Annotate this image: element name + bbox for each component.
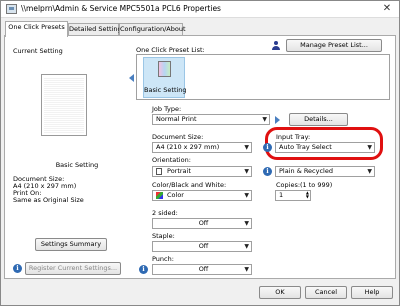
punch-value: Off bbox=[198, 265, 209, 273]
two-sided-select[interactable]: Off ▼ bbox=[152, 218, 252, 229]
tab-one-click-presets[interactable]: One Click Presets bbox=[5, 21, 68, 37]
chevron-down-icon: ▼ bbox=[244, 220, 249, 227]
chevron-down-icon: ▼ bbox=[244, 243, 249, 250]
chevron-down-icon: ▼ bbox=[244, 192, 249, 199]
dialog-buttons: OK Cancel Help bbox=[1, 281, 399, 305]
help-button[interactable]: Help bbox=[351, 286, 393, 299]
info-icon[interactable]: i bbox=[13, 264, 22, 273]
cancel-button[interactable]: Cancel bbox=[305, 286, 347, 299]
user-icon bbox=[271, 41, 281, 51]
register-current-settings-button[interactable]: Register Current Settings... bbox=[25, 262, 121, 275]
two-sided-label: 2 sided: bbox=[152, 209, 178, 217]
chevron-down-icon: ▼ bbox=[244, 266, 249, 273]
document-size-value: A4 (210 x 297 mm) bbox=[156, 143, 220, 151]
orientation-label: Orientation: bbox=[152, 156, 191, 164]
info-icon[interactable]: i bbox=[263, 167, 272, 176]
preview-caption: Basic Setting bbox=[55, 161, 99, 169]
preset-list-label: One Click Preset List: bbox=[136, 46, 205, 54]
document-size-label: Document Size: bbox=[152, 133, 204, 141]
current-setting-heading: Current Setting bbox=[13, 47, 63, 55]
chevron-down-icon: ▼ bbox=[244, 144, 249, 151]
color-label: Color/Black and White: bbox=[152, 181, 227, 189]
input-tray-label: Input Tray: bbox=[276, 133, 311, 141]
preset-list: Basic Setting bbox=[136, 54, 390, 100]
portrait-icon bbox=[156, 168, 162, 175]
summary-line: Same as Original Size bbox=[13, 196, 84, 204]
ok-button[interactable]: OK bbox=[259, 286, 301, 299]
play-arrow-icon[interactable] bbox=[275, 116, 280, 124]
chevron-down-icon: ▼ bbox=[367, 144, 372, 151]
printer-icon bbox=[6, 4, 17, 14]
info-icon[interactable]: i bbox=[263, 143, 272, 152]
window-title: \\melprn\Admin & Service MPC5501a PCL6 P… bbox=[21, 4, 221, 13]
title-bar: \\melprn\Admin & Service MPC5501a PCL6 P… bbox=[1, 1, 399, 18]
collapse-arrow-icon[interactable] bbox=[129, 74, 134, 82]
info-icon[interactable]: i bbox=[139, 265, 148, 274]
input-tray-select[interactable]: Auto Tray Select ▼ bbox=[275, 142, 375, 153]
manage-preset-list-button[interactable]: Manage Preset List... bbox=[286, 39, 382, 52]
chevron-down-icon: ▼ bbox=[244, 168, 249, 175]
preset-item-basic-setting[interactable]: Basic Setting bbox=[143, 57, 187, 98]
copies-label: Copies:(1 to 999) bbox=[276, 181, 333, 189]
properties-window: \\melprn\Admin & Service MPC5501a PCL6 P… bbox=[0, 0, 400, 306]
close-icon[interactable]: ✕ bbox=[376, 2, 398, 16]
punch-select[interactable]: Off ▼ bbox=[152, 264, 252, 275]
job-type-value: Normal Print bbox=[156, 115, 197, 123]
preset-thumbnail-icon bbox=[158, 61, 171, 77]
staple-value: Off bbox=[198, 242, 209, 250]
input-tray-value: Auto Tray Select bbox=[279, 143, 332, 151]
color-value: Color bbox=[167, 191, 184, 199]
spin-arrows-icon[interactable]: ▲ ▼ bbox=[306, 191, 309, 199]
settings-pane: Current Setting Basic Setting Document S… bbox=[4, 35, 396, 279]
job-type-label: Job Type: bbox=[152, 105, 182, 113]
color-icon bbox=[156, 192, 163, 199]
staple-label: Staple: bbox=[152, 232, 175, 240]
page-preview bbox=[41, 74, 87, 136]
document-size-select[interactable]: A4 (210 x 297 mm) ▼ bbox=[152, 142, 252, 153]
staple-select[interactable]: Off ▼ bbox=[152, 241, 252, 252]
preset-item-label: Basic Setting bbox=[144, 86, 187, 94]
paper-type-value: Plain & Recycled bbox=[279, 167, 333, 175]
orientation-value: Portrait bbox=[167, 167, 191, 175]
paper-type-select[interactable]: Plain & Recycled ▼ bbox=[275, 166, 375, 177]
color-select[interactable]: Color ▼ bbox=[152, 190, 252, 201]
two-sided-value: Off bbox=[198, 219, 209, 227]
orientation-select[interactable]: Portrait ▼ bbox=[152, 166, 252, 177]
details-button[interactable]: Details... bbox=[289, 113, 348, 126]
copies-value: 1 bbox=[279, 191, 284, 199]
chevron-down-icon: ▼ bbox=[367, 168, 372, 175]
copies-stepper[interactable]: 1 ▲ ▼ bbox=[275, 190, 311, 201]
punch-label: Punch: bbox=[152, 255, 174, 263]
job-type-select[interactable]: Normal Print ▼ bbox=[152, 114, 270, 125]
chevron-down-icon: ▼ bbox=[262, 116, 267, 123]
settings-summary-button[interactable]: Settings Summary bbox=[35, 238, 107, 251]
